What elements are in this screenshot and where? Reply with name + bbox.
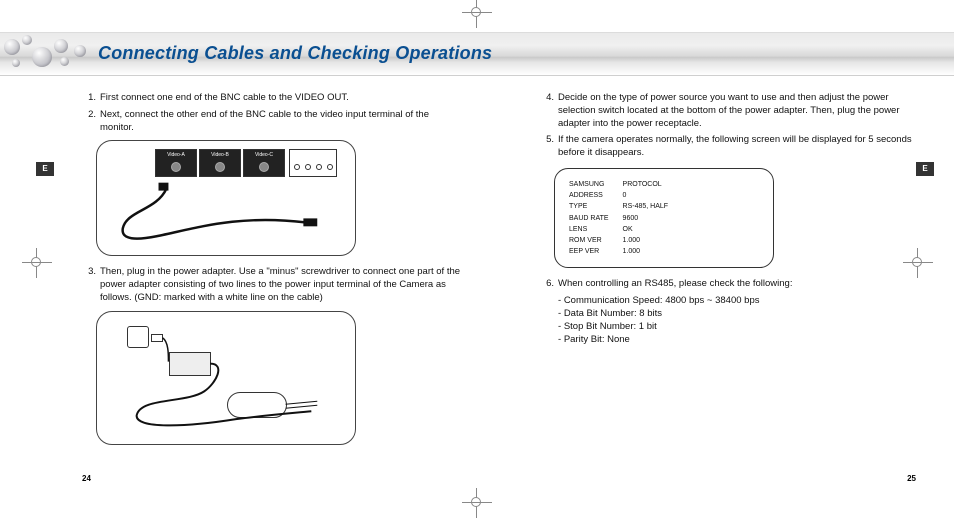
info-row: ADDRESS0	[569, 190, 668, 201]
registration-mark-bottom	[462, 488, 492, 518]
step-number: 3.	[82, 266, 96, 304]
figure-power-adapter	[96, 311, 356, 445]
registration-mark-left	[22, 248, 52, 278]
step-text: If the camera operates normally, the fol…	[558, 134, 920, 160]
rs485-check-list: Communication Speed: 4800 bps ~ 38400 bp…	[558, 295, 920, 346]
step-number: 6.	[540, 278, 554, 291]
cable-sketch	[97, 141, 355, 256]
right-column: 4. Decide on the type of power source yo…	[540, 92, 920, 352]
language-tab-left: E	[36, 162, 54, 176]
step-6: 6. When controlling an RS485, please che…	[540, 278, 920, 291]
step-text: Decide on the type of power source you w…	[558, 92, 920, 130]
info-row: SAMSUNGPROTOCOL	[569, 179, 668, 190]
step-5: 5. If the camera operates normally, the …	[540, 134, 920, 160]
step-number: 2.	[82, 109, 96, 135]
info-row: EEP VER1.000	[569, 246, 668, 257]
step-number: 5.	[540, 134, 554, 160]
step-3: 3. Then, plug in the power adapter. Use …	[82, 266, 462, 304]
step-2: 2. Next, connect the other end of the BN…	[82, 109, 462, 135]
section-header-banner: Connecting Cables and Checking Operation…	[0, 32, 954, 76]
step-text: Then, plug in the power adapter. Use a "…	[100, 266, 462, 304]
list-item: Data Bit Number: 8 bits	[558, 308, 920, 321]
power-cable-sketch	[97, 312, 355, 445]
info-row: BAUD RATE9600	[569, 213, 668, 224]
step-1: 1. First connect one end of the BNC cabl…	[82, 92, 462, 105]
info-row: LENSOK	[569, 224, 668, 235]
figure-bnc-cable: Video-A Video-B Video-C	[96, 140, 356, 256]
step-text: Next, connect the other end of the BNC c…	[100, 109, 462, 135]
step-4: 4. Decide on the type of power source yo…	[540, 92, 920, 130]
list-item: Communication Speed: 4800 bps ~ 38400 bp…	[558, 295, 920, 308]
camera-info-screen: SAMSUNGPROTOCOL ADDRESS0 TYPERS-485, HAL…	[554, 168, 774, 268]
list-item: Parity Bit: None	[558, 334, 920, 347]
header-decorative-bubbles	[0, 33, 95, 75]
step-number: 4.	[540, 92, 554, 130]
step-number: 1.	[82, 92, 96, 105]
step-text: First connect one end of the BNC cable t…	[100, 92, 462, 105]
page-number-left: 24	[82, 474, 91, 483]
info-row: TYPERS-485, HALF	[569, 201, 668, 212]
left-column: 1. First connect one end of the BNC cabl…	[82, 92, 462, 455]
step-text: When controlling an RS485, please check …	[558, 278, 920, 291]
info-row: ROM VER1.000	[569, 235, 668, 246]
registration-mark-top	[462, 0, 492, 28]
page-number-right: 25	[907, 474, 916, 483]
section-title: Connecting Cables and Checking Operation…	[98, 43, 492, 64]
list-item: Stop Bit Number: 1 bit	[558, 321, 920, 334]
